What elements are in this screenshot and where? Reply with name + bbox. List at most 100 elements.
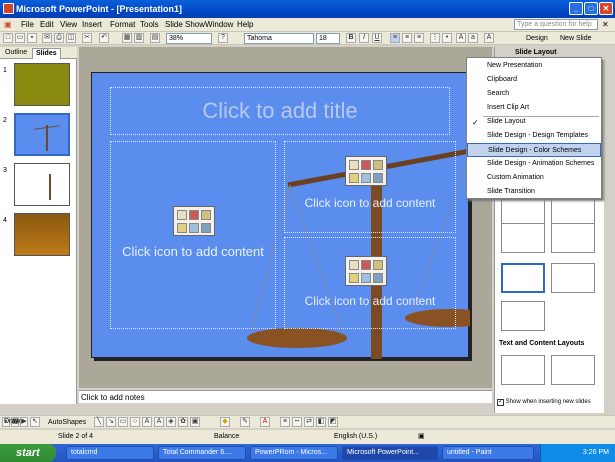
align-right-icon[interactable]: ≡ [414,33,424,43]
align-left-icon[interactable]: ≡ [390,33,400,43]
show-when-inserting-checkbox[interactable]: ✓ Show when inserting new slides [497,399,591,406]
font-select[interactable]: Tahoma [244,33,314,44]
line-color-icon[interactable]: ✎ [240,417,250,427]
content-icons-panel[interactable] [345,256,387,286]
layout-thumbnail[interactable] [551,263,595,293]
close-doc-icon[interactable]: ✕ [602,19,609,31]
taskbar-item-total-commander[interactable]: Total Commander 6.... [158,446,246,460]
menu-item-slide-layout[interactable]: Slide Layout [467,115,601,129]
start-button[interactable]: start [0,444,56,462]
cut-icon[interactable]: ✂ [82,33,92,43]
zoom-select[interactable]: 38% [166,33,212,44]
new-icon[interactable]: □ [3,33,13,43]
fill-color-icon[interactable]: ◆ [220,417,230,427]
increase-font-icon[interactable]: A [456,33,466,43]
layout-thumbnail[interactable] [501,355,545,385]
taskbar-item-powerpoint[interactable]: Microsoft PowerPoint... [342,446,438,460]
font-color-icon[interactable]: A [484,33,494,43]
menu-format[interactable]: Format [110,19,135,31]
underline-button[interactable]: U [372,33,382,43]
layout-thumbnail[interactable] [551,355,595,385]
maximize-button[interactable]: □ [584,2,598,15]
grid-icon[interactable]: ▤ [150,33,160,43]
menu-window[interactable]: Window [205,19,233,31]
email-icon[interactable]: ✉ [42,33,52,43]
menu-edit[interactable]: Edit [40,19,54,31]
italic-button[interactable]: I [359,33,369,43]
menu-item-slide-transition[interactable]: Slide Transition [467,185,601,199]
menu-slide-show[interactable]: Slide Show [165,19,205,31]
taskbar-item-powerprom[interactable]: PowerPRom - Micros... [250,446,338,460]
font-color-icon[interactable]: A [260,417,270,427]
draw-menu[interactable]: Draw [4,415,20,429]
insert-chart-icon[interactable]: ▥ [134,33,144,43]
menu-item-search[interactable]: Search [467,87,601,101]
menu-item-design-templates[interactable]: Slide Design - Design Templates [467,129,601,143]
title-placeholder[interactable]: Click to add title [110,87,450,135]
top-right-content-placeholder[interactable]: Click icon to add content [284,141,456,233]
arrow-icon[interactable]: ↘ [106,417,116,427]
3d-icon[interactable]: ◩ [328,417,338,427]
oval-icon[interactable]: ○ [130,417,140,427]
layout-thumbnail-selected[interactable] [501,263,545,293]
picture-icon[interactable]: ▣ [190,417,200,427]
bullets-icon[interactable]: • [442,33,452,43]
tab-outline[interactable]: Outline [2,48,30,58]
menu-item-custom-animation[interactable]: Custom Animation [467,171,601,185]
help-icon[interactable]: ? [218,33,228,43]
taskbar-item-paint[interactable]: untitled - Paint [442,446,534,460]
preview-icon[interactable]: ◫ [66,33,76,43]
numbering-icon[interactable]: ⋮ [430,33,440,43]
shadow-icon[interactable]: ◧ [316,417,326,427]
autoshapes-menu[interactable]: AutoShapes [48,416,86,429]
checkbox-icon[interactable]: ✓ [497,399,504,406]
menu-file[interactable]: File [21,19,34,31]
print-icon[interactable]: ⎙ [54,33,64,43]
slideshow-view-icon[interactable]: ▶ [20,417,28,427]
layout-thumbnail[interactable] [501,223,545,253]
undo-icon[interactable]: ↶ [99,33,109,43]
insert-table-icon[interactable]: ▦ [122,33,132,43]
design-button[interactable]: Design [526,33,548,44]
decrease-font-icon[interactable]: a [468,33,478,43]
rectangle-icon[interactable]: ▭ [118,417,128,427]
new-slide-button[interactable]: New Slide [560,33,592,44]
save-icon[interactable]: ▪ [27,33,37,43]
menu-item-new-presentation[interactable]: New Presentation [467,59,601,73]
menu-tools[interactable]: Tools [140,19,159,31]
slide-thumbnail-1[interactable] [14,63,70,106]
minimize-button[interactable]: _ [569,2,583,15]
slide-thumbnail-2[interactable] [14,113,70,156]
dash-style-icon[interactable]: ┅ [292,417,302,427]
bottom-right-content-placeholder[interactable]: Click icon to add content [284,237,456,329]
doc-icon[interactable]: ▣ [4,19,12,31]
diagram-icon[interactable]: ◈ [166,417,176,427]
left-content-placeholder[interactable]: Click icon to add content [110,141,276,329]
content-icons-panel[interactable] [345,156,387,186]
tab-slides[interactable]: Slides [32,48,61,59]
menu-item-insert-clip-art[interactable]: Insert Clip Art [467,101,601,115]
slide-thumbnail-4[interactable] [14,213,70,256]
textbox-icon[interactable]: A [142,417,152,427]
close-button[interactable]: ✕ [599,2,613,15]
content-icons-panel[interactable] [173,206,215,236]
arrow-style-icon[interactable]: ⇄ [304,417,314,427]
align-center-icon[interactable]: ≡ [402,33,412,43]
slide-thumbnail-3[interactable] [14,163,70,206]
open-icon[interactable]: ▭ [15,33,25,43]
layout-thumbnail[interactable] [501,301,545,331]
menu-item-color-schemes[interactable]: Slide Design - Color Schemes [467,143,601,157]
help-search-input[interactable]: Type a question for help [514,19,598,30]
line-style-icon[interactable]: ≡ [280,417,290,427]
wordart-icon[interactable]: A [154,417,164,427]
clipart-icon[interactable]: ✿ [178,417,188,427]
menu-view[interactable]: View [60,19,77,31]
font-size-select[interactable]: 18 [316,33,340,44]
bold-button[interactable]: B [346,33,356,43]
layout-thumbnail[interactable] [551,223,595,253]
line-icon[interactable]: ╲ [94,417,104,427]
taskbar-item-totalcmd[interactable]: totalcmd [66,446,154,460]
menu-item-clipboard[interactable]: Clipboard [467,73,601,87]
select-pointer-icon[interactable]: ↖ [30,417,40,427]
menu-insert[interactable]: Insert [82,19,102,31]
